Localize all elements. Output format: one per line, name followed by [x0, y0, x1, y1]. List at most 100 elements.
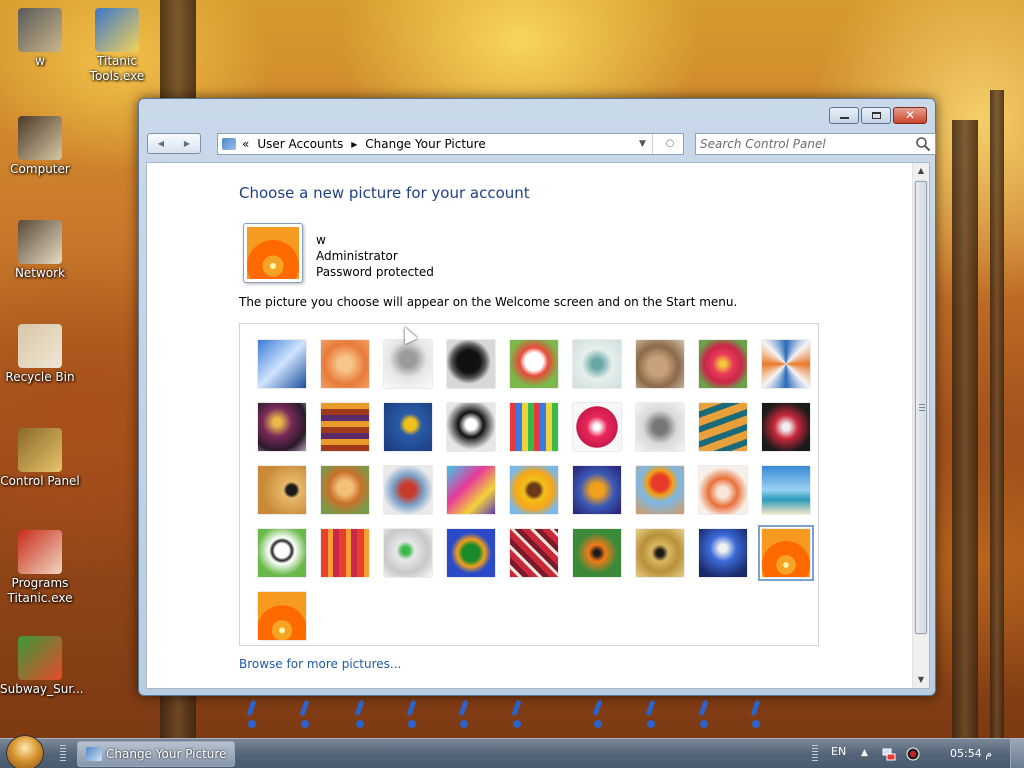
page-title: Choose a new picture for your account — [239, 184, 530, 202]
fabric-stripes-picture — [320, 402, 369, 451]
close-button[interactable]: ✕ — [893, 107, 927, 124]
picture-option-roller-coaster[interactable] — [250, 332, 313, 395]
picture-option-starfish[interactable] — [313, 332, 376, 395]
breadcrumb-overflow[interactable]: « — [242, 137, 249, 151]
desktop-icon[interactable]: w — [0, 8, 80, 69]
picture-option-flower-orange[interactable] — [250, 584, 313, 647]
picture-option-hot-air-balloon[interactable] — [628, 458, 691, 521]
breadcrumb-user-accounts[interactable]: User Accounts — [257, 137, 343, 151]
kitten-picture — [635, 339, 684, 388]
picture-option-sailboat[interactable] — [754, 458, 817, 521]
start-button[interactable] — [6, 735, 44, 768]
picture-option-fabric-stripes[interactable] — [313, 395, 376, 458]
desktop-icon[interactable]: Computer — [0, 116, 80, 177]
scroll-down-icon[interactable]: ▼ — [913, 672, 929, 688]
picture-option-flower-pink[interactable] — [691, 332, 754, 395]
picture-option-lucky-cat[interactable] — [502, 332, 565, 395]
taskbar: Change Your Picture EN ▲ 05:54 م — [0, 735, 1024, 768]
desktop-icon[interactable]: Titanic Tools.exe — [77, 8, 157, 84]
scroll-up-icon[interactable]: ▲ — [913, 163, 929, 179]
picture-option-wicker[interactable] — [628, 521, 691, 584]
volume-icon[interactable] — [906, 747, 920, 761]
picture-option-dog-bw[interactable] — [439, 395, 502, 458]
taskbar-button-change-your-picture[interactable]: Change Your Picture — [77, 741, 235, 767]
picture-option-ball-purple[interactable] — [250, 395, 313, 458]
desktop-icon-label: w — [35, 54, 45, 68]
picture-option-pattern-fabric[interactable] — [502, 521, 565, 584]
desktop-icon[interactable]: Subway_Sur... — [0, 636, 84, 697]
desktop-icon-label: Computer — [10, 162, 70, 176]
desktop-icon[interactable]: Programs Titanic.exe — [0, 530, 80, 606]
show-desktop-button[interactable] — [1010, 739, 1024, 768]
breadcrumb: « User Accounts ▸ Change Your Picture — [222, 134, 494, 154]
tin-robot-picture — [383, 465, 432, 514]
breadcrumb-change-your-picture[interactable]: Change Your Picture — [365, 137, 485, 151]
breadcrumb-separator[interactable]: ▸ — [351, 137, 357, 151]
marbles-picture — [383, 528, 432, 577]
picture-option-pomeranian[interactable] — [313, 458, 376, 521]
desktop-icon[interactable]: Recycle Bin — [0, 324, 80, 385]
desktop-icon-image — [18, 530, 62, 574]
picture-option-fish[interactable] — [565, 458, 628, 521]
picture-option-tin-robot[interactable] — [376, 458, 439, 521]
stairs-picture — [698, 402, 747, 451]
picture-option-kitten[interactable] — [628, 332, 691, 395]
picture-option-jacks[interactable] — [628, 395, 691, 458]
picture-option-green-window[interactable] — [439, 521, 502, 584]
picture-option-colorful-cloth[interactable] — [439, 458, 502, 521]
flower-pink-picture — [698, 339, 747, 388]
user-info: w Administrator Password protected — [316, 232, 434, 280]
maximize-button[interactable] — [861, 107, 891, 124]
language-indicator[interactable]: EN — [831, 745, 846, 758]
picture-option-doll-orange[interactable] — [691, 458, 754, 521]
picture-option-paper-crane[interactable] — [754, 395, 817, 458]
roller-coaster-picture — [257, 339, 306, 388]
picture-option-gyroscope[interactable] — [565, 332, 628, 395]
scrollbar-thumb[interactable] — [915, 181, 927, 634]
desktop-icon-image — [18, 220, 62, 264]
desktop-icon[interactable]: Network — [0, 220, 80, 281]
picture-option-marbles[interactable] — [376, 521, 439, 584]
picture-description: The picture you choose will appear on th… — [239, 295, 738, 309]
crayons-picture — [509, 402, 558, 451]
minimize-button[interactable] — [829, 107, 859, 124]
desktop-icon[interactable]: Control Panel — [0, 428, 80, 489]
picture-option-fabric-red[interactable] — [313, 521, 376, 584]
desktop-icon-label: Subway_Sur... — [0, 682, 84, 696]
clock[interactable]: 05:54 م — [950, 747, 992, 760]
browse-more-pictures-link[interactable]: Browse for more pictures... — [239, 657, 401, 671]
picture-option-leaf-on-wood[interactable] — [376, 395, 439, 458]
control-panel-icon — [86, 747, 102, 761]
picture-option-crayons[interactable] — [502, 395, 565, 458]
refresh-icon[interactable]: ○ — [657, 134, 683, 154]
forward-button[interactable]: ▶ — [174, 134, 200, 153]
picture-option-guitar[interactable] — [250, 458, 313, 521]
search-input[interactable] — [700, 136, 910, 152]
picture-option-stairs[interactable] — [691, 395, 754, 458]
doll-orange-picture — [698, 465, 747, 514]
search-icon[interactable] — [915, 136, 931, 152]
sailboat-picture — [761, 465, 810, 514]
close-icon: ✕ — [904, 108, 916, 122]
back-button[interactable]: ◀ — [148, 134, 174, 153]
gyroscope-picture — [572, 339, 621, 388]
picture-option-lighthouse[interactable] — [691, 521, 754, 584]
pinwheel-picture — [761, 339, 810, 388]
picture-option-pinwheel[interactable] — [754, 332, 817, 395]
vertical-scrollbar[interactable]: ▲ ▼ — [912, 163, 929, 688]
picture-option-flower-orange-selected[interactable] — [754, 521, 817, 584]
red-star-picture — [572, 402, 621, 451]
picture-option-sunflower[interactable] — [502, 458, 565, 521]
picture-option-turntable[interactable] — [439, 332, 502, 395]
picture-option-red-star[interactable] — [565, 395, 628, 458]
picture-option-butterfly[interactable] — [565, 521, 628, 584]
change-picture-window: ✕ ◀ ▶ « User Accounts ▸ Change Your Picture… — [138, 98, 936, 696]
address-dropdown-icon[interactable]: ▼ — [633, 134, 653, 154]
network-icon[interactable] — [882, 747, 896, 761]
colorful-cloth-picture — [446, 465, 495, 514]
address-bar[interactable]: « User Accounts ▸ Change Your Picture ▼ ○ — [217, 133, 684, 155]
lucky-cat-picture — [509, 339, 558, 388]
desktop-icon-image — [18, 324, 62, 368]
picture-option-soccer-ball[interactable] — [250, 521, 313, 584]
show-hidden-icons-icon[interactable]: ▲ — [861, 748, 868, 758]
